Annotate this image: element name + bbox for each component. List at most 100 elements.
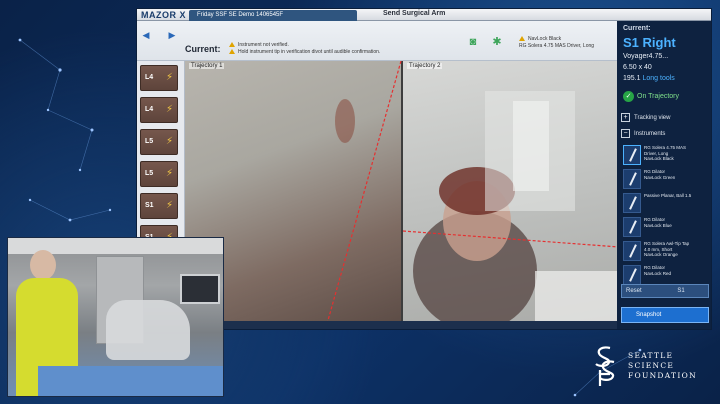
tool-length-note: Long tools [642,75,675,82]
on-trajectory-status: ✓ On Trajectory [623,91,679,102]
trajectory-viewer: Trajectory 1 Trajectory 2 [185,61,619,329]
surgical-robot [106,300,190,360]
tool-status: NavLock Black RG Solera 4.75 MAS Driver,… [519,35,615,49]
tracker-icon[interactable]: ✱ [489,35,505,49]
implant-name: Voyager4.75... [623,53,669,60]
ssf-logo: SEATTLE SCIENCE FOUNDATION [590,342,710,390]
tool-status-line: RG Solera 4.75 MAS Driver, Long [519,42,615,49]
level-label: L4 [145,74,154,81]
level-button[interactable]: L4 ⚡ [140,65,178,91]
operating-room-camera [7,237,224,397]
screw-icon: ⚡ [165,72,173,83]
instrument-line: NavLock Orange [644,252,678,257]
instrument-line: NavLock Red [644,270,672,276]
bottom-toolbar [185,321,619,329]
trajectory-2-label: Trajectory 2 [407,63,443,69]
prev-arrow-icon[interactable]: ◀ [141,29,151,41]
window-title: Send Surgical Arm [383,10,446,17]
reset-level: S1 [677,288,685,294]
instruments-label: Instruments [634,130,666,137]
tool-status-text: NavLock Black [528,35,562,42]
warning-messages: Instrument not verified. Hold instrument… [229,41,449,55]
level-label: L5 [145,138,154,145]
screw-icon: ⚡ [165,136,173,147]
reset-label: Reset [626,288,642,294]
expand-plus-icon: + [621,113,630,122]
tool-status-line: NavLock Black [519,35,615,42]
camera-icon[interactable]: ◙ [465,35,481,49]
instrument-text: RG Dilator NavLock Green [644,169,675,180]
instrument-text: Passive Planar, Ball 1.5 [644,193,691,199]
instrument-text: RG Solera 4.75 MAS Driver, Long NavLock … [644,145,686,162]
screw-icon: ⚡ [165,104,173,115]
panel-current-label: Current: [623,25,651,32]
instrument-icon [623,241,641,261]
instrument-item[interactable]: RG Dilator NavLock Green [623,169,709,192]
room-monitor [180,274,220,304]
ssf-line-1: SEATTLE [628,351,674,360]
tool-icons: ◙ ✱ [465,35,505,49]
instrument-item[interactable]: RG Solera Awl-Tip Tap 4.0 mm, Short NavL… [623,241,709,264]
instrument-text: RG Solera Awl-Tip Tap 4.0 mm, Short NavL… [644,241,689,258]
tracking-view-label: Tracking view [634,114,671,121]
ssf-wordmark: SEATTLE SCIENCE FOUNDATION [628,351,697,381]
warning-icon [519,36,525,41]
level-button[interactable]: L5 ⚡ [140,129,178,155]
instrument-line: NavLock Green [644,174,676,180]
level-label: L4 [145,106,154,113]
instrument-item[interactable]: Passive Planar, Ball 1.5 [623,193,709,216]
instrument-line: RG Solera Awl-Tip Tap [644,241,690,246]
snapshot-button[interactable]: Snapshot [621,307,709,323]
right-panel: Current: S1 Right Voyager4.75... 6.50 x … [617,21,711,329]
trajectory-1-label: Trajectory 1 [189,63,225,69]
instrument-line: RG Solera 4.75 MAS [644,145,687,150]
snapshot-label: Snapshot [636,312,662,318]
instrument-icon [623,217,641,237]
instrument-list: RG Solera 4.75 MAS Driver, Long NavLock … [623,145,709,289]
app-logo: MAZOR X [141,10,186,20]
instrument-text: RG Dilator NavLock Red [644,265,671,276]
level-label: S1 [145,202,154,209]
tool-length: 195.1 Long tools [623,75,675,82]
instrument-icon [623,193,641,213]
screw-icon: ⚡ [165,200,173,211]
ssf-line-2: SCIENCE [628,361,675,370]
implant-size: 6.50 x 40 [623,64,652,71]
instrument-line: NavLock Blue [644,222,672,228]
screw-icon: ⚡ [165,168,173,179]
warning-text: Instrument not verified. [238,41,289,48]
instrument-line: Passive Planar, Ball 1.5 [644,193,692,198]
instrument-line: NavLock Black [644,156,674,161]
session-tab[interactable]: Friday SSF SE Demo 1406545F [189,10,357,21]
current-level: S1 Right [623,35,676,50]
next-arrow-icon[interactable]: ▶ [167,29,177,41]
surgical-drape [38,366,223,396]
level-label: L5 [145,170,154,177]
warning-icon [229,49,235,54]
surgeon-head [30,250,56,280]
warning-line: Instrument not verified. [229,41,449,48]
collapse-minus-icon: − [621,129,630,138]
level-button[interactable]: S1 ⚡ [140,193,178,219]
warning-line: Hold instrument tip in verification divo… [229,48,449,55]
level-button[interactable]: L4 ⚡ [140,97,178,123]
level-button[interactable]: L5 ⚡ [140,161,178,187]
warning-icon [229,42,235,47]
check-icon: ✓ [623,91,634,102]
reset-button[interactable]: Reset S1 [621,284,709,298]
current-label: Current: [185,44,221,54]
level-nav: ◀ ▶ [141,29,177,43]
tracking-view-toggle[interactable]: + Tracking view [621,113,670,122]
trajectory-lines [324,61,619,329]
status-bar: ◀ ▶ Current: Instrument not verified. Ho… [137,21,617,61]
instrument-item[interactable]: RG Solera 4.75 MAS Driver, Long NavLock … [623,145,709,168]
ssf-mark-icon [590,344,622,388]
instruments-toggle[interactable]: − Instruments [621,129,665,138]
tool-length-value: 195.1 [623,75,641,82]
instrument-item[interactable]: RG Dilator NavLock Blue [623,217,709,240]
on-trajectory-text: On Trajectory [637,93,680,100]
title-bar: MAZOR X Friday SSF SE Demo 1406545F Send… [137,9,711,21]
instrument-icon [623,169,641,189]
ssf-line-3: FOUNDATION [628,371,697,380]
warning-text: Hold instrument tip in verification divo… [238,48,381,55]
